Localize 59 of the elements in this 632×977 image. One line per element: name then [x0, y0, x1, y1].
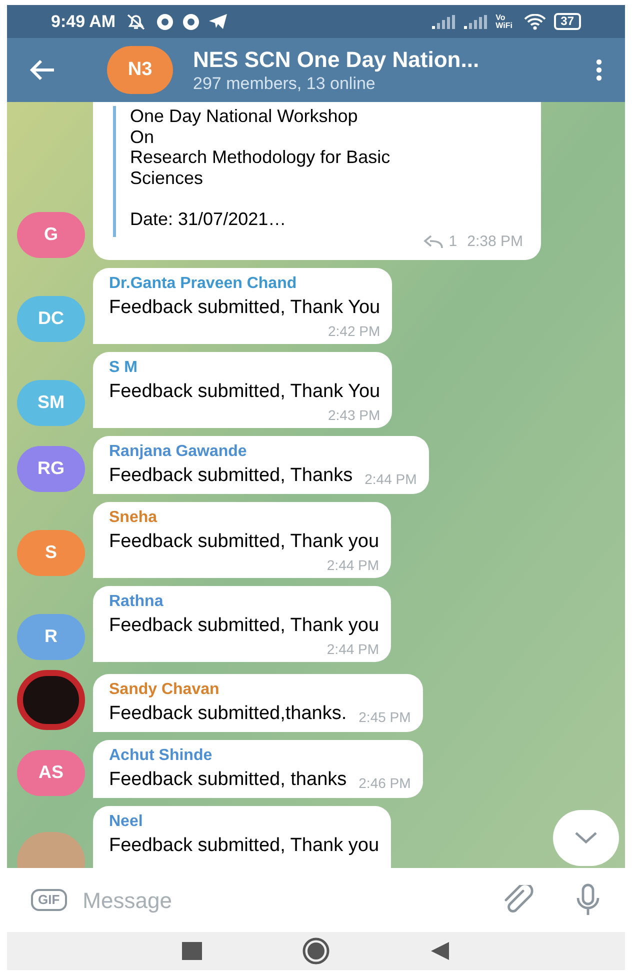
- browser-icon: [156, 12, 174, 30]
- message-time: 2:46 PM: [358, 774, 411, 792]
- browser-icon: [182, 12, 200, 30]
- group-avatar: N3: [107, 46, 173, 94]
- chat-subtitle: 297 members, 13 online: [193, 73, 376, 94]
- sender-name[interactable]: S M: [109, 358, 380, 378]
- battery-indicator: 37: [554, 13, 581, 30]
- message-text: Feedback submitted, Thank You: [109, 380, 380, 404]
- user-avatar: SM: [17, 380, 85, 426]
- message-text-line: On: [130, 126, 156, 147]
- gif-button[interactable]: GIF: [31, 889, 67, 911]
- message-text-line: One Day National Workshop: [130, 106, 359, 126]
- reply-arrow-icon: [422, 235, 443, 250]
- message-text: Feedback submitted, Thank you: [109, 834, 380, 858]
- user-avatar: G: [17, 212, 85, 258]
- message-text: Feedback submitted, Thank you: [109, 614, 380, 638]
- message-time: 2:43 PM: [326, 406, 380, 424]
- message-time: 2:42 PM: [326, 322, 380, 340]
- user-avatar: S: [17, 530, 85, 576]
- sender-name[interactable]: Sandy Chavan: [109, 680, 411, 700]
- reply-count: 1: [448, 232, 458, 252]
- back-triangle-icon[interactable]: [430, 941, 450, 961]
- message-text: Feedback submitted, Thank You: [109, 296, 380, 320]
- sender-name[interactable]: Rathna: [109, 592, 380, 612]
- message-time: 2:44 PM: [326, 556, 380, 574]
- message-text-line: Date: 31/07/2021…: [130, 208, 288, 229]
- sender-name[interactable]: Neel: [109, 812, 380, 832]
- user-avatar: AS: [17, 750, 85, 796]
- message-text: Feedback submitted, thanks: [109, 768, 347, 792]
- home-icon[interactable]: [302, 937, 330, 965]
- back-arrow-icon: [29, 59, 55, 81]
- user-avatar: R: [17, 614, 85, 660]
- muted-bell-icon: [126, 12, 146, 30]
- user-avatar: RG: [17, 446, 85, 492]
- message-time: 2:44 PM: [326, 640, 380, 658]
- wifi-calling-label: Vo WiFi: [496, 14, 514, 30]
- more-menu-icon[interactable]: [595, 58, 603, 82]
- sender-name[interactable]: Dr.Ganta Praveen Chand: [109, 274, 380, 294]
- message-time: 2:45 PM: [358, 708, 411, 726]
- user-avatar: DC: [17, 296, 85, 342]
- signal-icon: [432, 14, 456, 28]
- microphone-icon[interactable]: [575, 883, 601, 917]
- sender-name[interactable]: Ranjana Gawande: [109, 442, 417, 462]
- message-input[interactable]: Message: [82, 884, 485, 916]
- status-time: 9:49 AM: [51, 10, 116, 33]
- message-text: Feedback submitted,thanks.: [109, 702, 347, 726]
- sender-name[interactable]: Sneha: [109, 508, 380, 528]
- signal-icon: [464, 14, 488, 28]
- message-text: Feedback submitted, Thanks: [109, 464, 353, 488]
- message-text-line: Sciences: [130, 168, 204, 188]
- sender-name[interactable]: Achut Shinde: [109, 746, 411, 766]
- message-time: 2:38 PM: [467, 232, 523, 252]
- paper-plane-icon: [208, 12, 228, 30]
- message-text: Feedback submitted, Thank you: [109, 530, 380, 554]
- wifi-icon: [524, 14, 546, 30]
- chat-title[interactable]: NES SCN One Day Nation...: [193, 46, 595, 74]
- message-text-line: Research Methodology for Basic: [130, 147, 392, 168]
- message-time: 2:44 PM: [364, 470, 417, 488]
- chevron-down-icon: [574, 831, 598, 845]
